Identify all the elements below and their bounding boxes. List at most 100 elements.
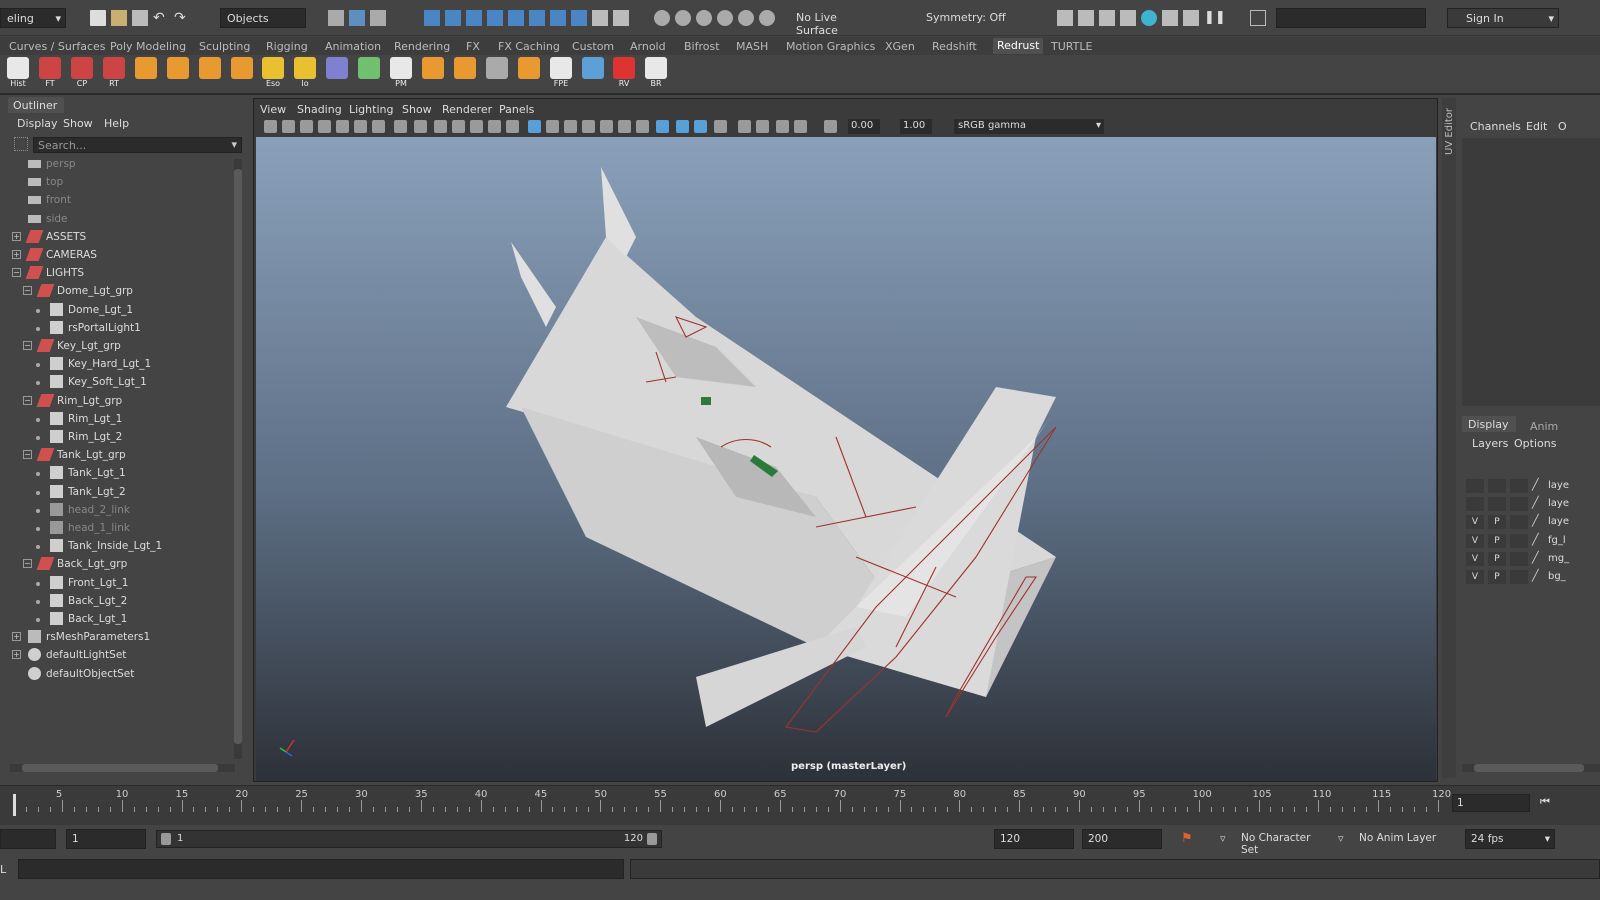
expand-icon[interactable]: + — [12, 632, 21, 642]
anim-start-field[interactable] — [0, 829, 56, 849]
viewport-menu-shading[interactable]: Shading — [297, 103, 342, 116]
layer-type-toggle[interactable] — [1510, 479, 1528, 493]
display-layer-row[interactable]: ╱ laye — [1462, 478, 1600, 495]
toggle-panel-icon[interactable] — [1250, 10, 1266, 26]
viewport-tool-icon[interactable] — [264, 120, 277, 133]
viewport-menu-renderer[interactable]: Renderer — [442, 103, 492, 116]
shelf-button-tool-17[interactable] — [516, 57, 542, 91]
viewport-menu-view[interactable]: View — [260, 103, 286, 116]
viewport-tool-icon[interactable] — [414, 120, 427, 133]
viewport-tool-icon[interactable] — [394, 120, 407, 133]
layer-playback-toggle[interactable]: P — [1488, 570, 1506, 584]
shelf-button-tool-8[interactable] — [229, 57, 255, 91]
shelf-button-ft[interactable]: FT — [37, 57, 63, 91]
viewport-tool-icon[interactable] — [336, 120, 349, 133]
shelf-button-rt[interactable]: RT — [101, 57, 127, 91]
layer-type-toggle[interactable] — [1510, 497, 1528, 512]
outliner-item[interactable]: + rsMeshParameters1 — [8, 628, 238, 646]
collapse-icon[interactable]: − — [23, 559, 32, 569]
shelf-tab-curves-surfaces[interactable]: Curves / Surfaces — [9, 40, 106, 53]
shelf-tab-animation[interactable]: Animation — [325, 40, 381, 53]
viewport-tool-icon[interactable] — [488, 120, 501, 133]
snap-surface-icon[interactable] — [508, 10, 524, 26]
outliner-item[interactable]: head_2_link — [8, 501, 238, 519]
ipr-render-icon[interactable] — [696, 10, 712, 26]
layer-type-toggle[interactable] — [1510, 551, 1528, 566]
hypershade-icon[interactable] — [738, 10, 754, 26]
outliner-menu-display[interactable]: Display — [17, 117, 58, 130]
outliner-item[interactable]: + defaultLightSet — [8, 646, 238, 664]
auto-key-icon[interactable]: ⚑ — [1181, 831, 1195, 847]
viewport-tool-icon[interactable] — [318, 120, 331, 133]
shelf-button-tool-15[interactable] — [452, 57, 478, 91]
outliner-item[interactable]: − Key_Lgt_grp — [8, 337, 238, 355]
shelf-button-eso[interactable]: Eso — [260, 57, 286, 91]
render-ipr-icon[interactable] — [1099, 10, 1115, 26]
outliner-item[interactable]: − LIGHTS — [8, 264, 238, 282]
tab-display[interactable]: Display — [1462, 416, 1516, 432]
shelf-button-tool-7[interactable] — [197, 57, 223, 91]
collapse-icon[interactable]: − — [23, 395, 32, 405]
viewport-tool-icon[interactable] — [546, 120, 559, 133]
redo-icon[interactable]: ↷ — [174, 10, 190, 26]
outliner-menu-help[interactable]: Help — [104, 117, 129, 130]
viewport-menu-panels[interactable]: Panels — [499, 103, 534, 116]
viewport-tool-icon[interactable] — [776, 120, 789, 133]
go-to-start-icon[interactable]: ⏮ — [1540, 795, 1550, 809]
viewport-tool-icon[interactable] — [564, 120, 577, 133]
snap-view-plane-icon[interactable] — [487, 10, 503, 26]
outliner-item[interactable]: − Back_Lgt_grp — [8, 555, 238, 573]
viewport-tool-icon[interactable] — [452, 120, 465, 133]
viewport-tool-icon[interactable] — [714, 120, 727, 133]
outliner-item[interactable]: − Tank_Lgt_grp — [8, 446, 238, 464]
outliner-item[interactable]: − Rim_Lgt_grp — [8, 392, 238, 410]
shelf-tab-arnold[interactable]: Arnold — [630, 40, 666, 53]
viewport-tool-icon[interactable] — [676, 120, 689, 133]
outliner-item[interactable]: Rim_Lgt_1 — [8, 410, 238, 428]
display-layer-row[interactable]: V P ╱ fg_l — [1462, 533, 1600, 550]
shelf-button-hist[interactable]: Hist — [5, 57, 31, 91]
shelf-tab-fx-caching[interactable]: FX Caching — [498, 40, 560, 53]
chevron-down-icon[interactable]: ▿ — [1220, 832, 1226, 845]
outliner-item[interactable]: Rim_Lgt_2 — [8, 428, 238, 446]
construction-history-icon[interactable] — [654, 10, 670, 26]
layer-playback-toggle[interactable] — [1488, 479, 1506, 493]
outliner-item[interactable]: Key_Soft_Lgt_1 — [8, 373, 238, 391]
collapse-icon[interactable]: − — [23, 286, 32, 296]
viewport-tool-icon[interactable] — [636, 120, 649, 133]
redshift-rv-icon[interactable] — [1141, 10, 1157, 26]
save-scene-icon[interactable] — [132, 10, 148, 26]
outliner-item[interactable]: Front_Lgt_1 — [8, 574, 238, 592]
snap-help-icon[interactable] — [571, 10, 587, 26]
viewport-tool-icon[interactable] — [282, 120, 295, 133]
uv-editor-tab[interactable]: UV Editor — [1444, 108, 1455, 155]
render-setup-icon[interactable] — [1162, 10, 1178, 26]
command-input[interactable] — [18, 859, 624, 879]
display-layer-row[interactable]: ╱ laye — [1462, 496, 1600, 513]
outliner-item[interactable]: Back_Lgt_1 — [8, 610, 238, 628]
options-menu[interactable]: Options — [1514, 437, 1556, 450]
input-output-icon[interactable] — [613, 10, 629, 26]
viewport-tool-icon[interactable] — [582, 120, 595, 133]
shelf-button-fpe[interactable]: FPE — [548, 57, 574, 91]
outliner-item[interactable]: Dome_Lgt_1 — [8, 301, 238, 319]
shelf-button-tool-16[interactable] — [484, 57, 510, 91]
snap-point-icon[interactable] — [466, 10, 482, 26]
shelf-button-tool-14[interactable] — [420, 57, 446, 91]
anim-end-field[interactable]: 200 — [1082, 829, 1162, 849]
render-current-frame-icon[interactable] — [675, 10, 691, 26]
viewport-tool-icon[interactable] — [656, 120, 669, 133]
snap-grid-icon[interactable] — [424, 10, 440, 26]
layer-type-toggle[interactable] — [1510, 533, 1528, 548]
outliner-vertical-scrollbar[interactable] — [234, 159, 242, 759]
shelf-tab-turtle[interactable]: TURTLE — [1051, 40, 1092, 53]
new-scene-icon[interactable] — [90, 10, 106, 26]
viewport-canvas[interactable]: persp (masterLayer) — [256, 137, 1436, 781]
shelf-button-tool-19[interactable] — [580, 57, 606, 91]
fps-dropdown[interactable]: 24 fps ▾ — [1465, 829, 1555, 849]
select-by-object-icon[interactable] — [349, 10, 365, 26]
shelf-button-rv[interactable]: RV — [611, 57, 637, 91]
playback-start-field[interactable]: 1 — [66, 829, 146, 849]
snap-curve-icon[interactable] — [445, 10, 461, 26]
shelf-tab-rendering[interactable]: Rendering — [394, 40, 450, 53]
